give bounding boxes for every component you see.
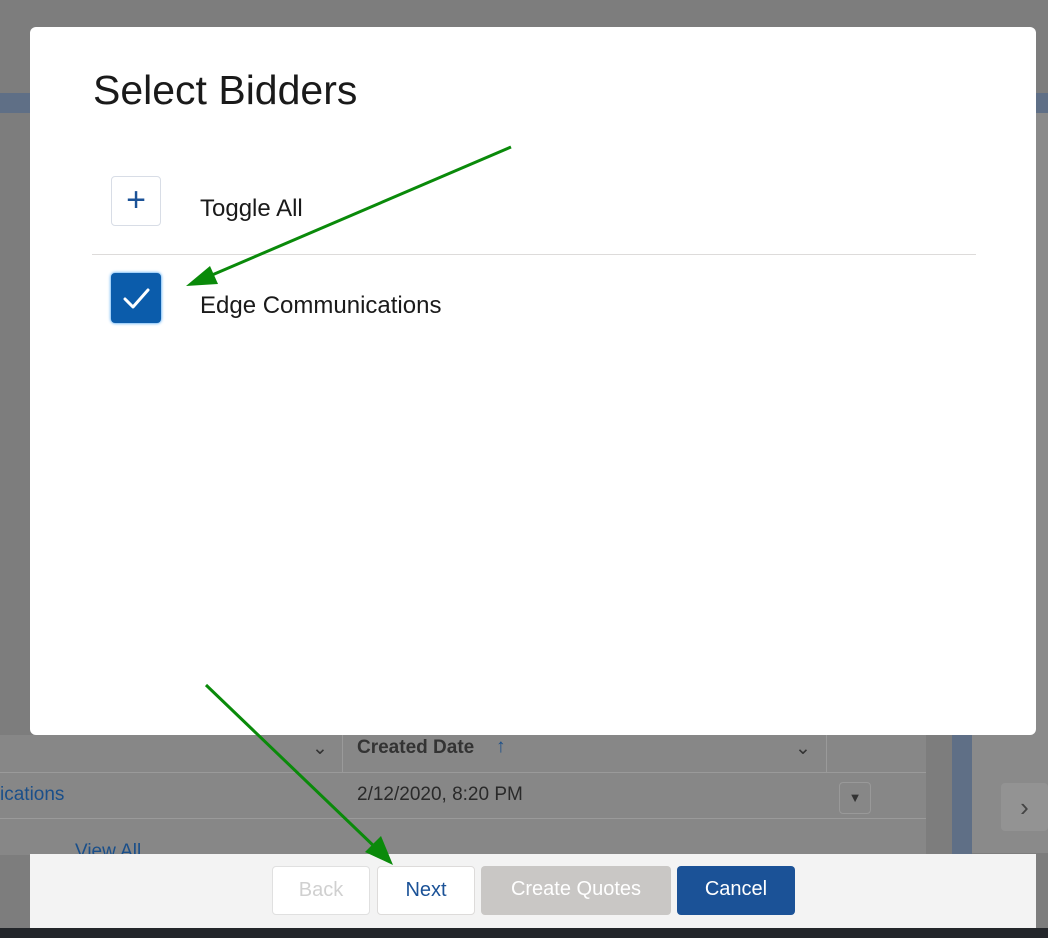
annotation-arrows xyxy=(186,145,512,865)
arrow-to-checkbox xyxy=(186,145,512,286)
arrow-to-next-button xyxy=(204,683,393,865)
